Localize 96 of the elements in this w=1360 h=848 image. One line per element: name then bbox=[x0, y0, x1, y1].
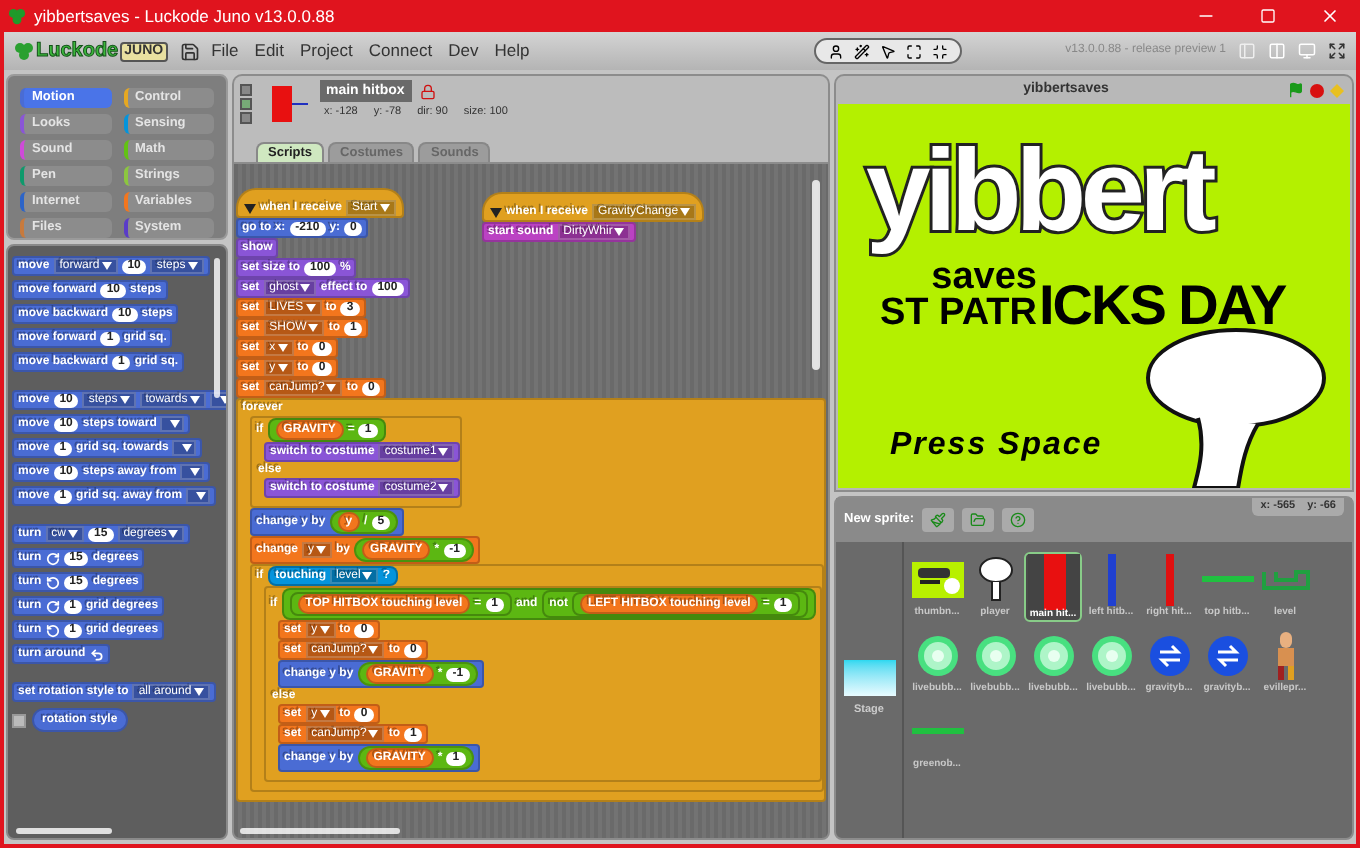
fullscreen-icon[interactable] bbox=[1328, 42, 1346, 60]
expand-icon[interactable] bbox=[905, 43, 922, 59]
character-figure-icon bbox=[1273, 631, 1297, 679]
dropdown-arrow-icon bbox=[189, 396, 200, 404]
folder-icon bbox=[970, 512, 987, 528]
clover-icon bbox=[8, 7, 26, 25]
dropdown-arrow-icon bbox=[316, 546, 327, 554]
menu-item[interactable]: Dev bbox=[448, 38, 479, 64]
dropdown-arrow-icon bbox=[196, 492, 207, 500]
clockwise-icon bbox=[45, 599, 60, 613]
clockwise-icon bbox=[45, 551, 60, 565]
line-icon bbox=[911, 728, 963, 734]
dropdown-arrow-icon bbox=[187, 262, 198, 270]
prompt-text: Press Space bbox=[890, 428, 1103, 462]
dropdown-arrow-icon bbox=[308, 324, 319, 332]
dropdown-arrow-icon bbox=[277, 344, 288, 352]
dropdown-arrow-icon bbox=[614, 228, 625, 236]
lock-icon[interactable] bbox=[420, 83, 436, 99]
dropdown-arrow-icon bbox=[362, 572, 373, 580]
hitbox-icon bbox=[1027, 553, 1079, 609]
maximize-icon[interactable] bbox=[1260, 8, 1276, 24]
dropdown-arrow-icon bbox=[326, 384, 337, 392]
blob-figure-icon bbox=[977, 555, 1013, 603]
presentation-icon[interactable] bbox=[1298, 42, 1316, 60]
menu-item[interactable]: File bbox=[211, 38, 239, 64]
subtitle-text: ST PATR bbox=[880, 296, 1037, 332]
scrollbar-thumb[interactable] bbox=[16, 828, 112, 834]
collapse-arrow-icon[interactable] bbox=[490, 207, 502, 217]
dropdown-arrow-icon bbox=[193, 688, 204, 696]
dropdown-arrow-icon bbox=[305, 304, 316, 312]
menu-item[interactable]: Project bbox=[299, 38, 353, 64]
dropdown-arrow-icon bbox=[182, 444, 193, 452]
brush-icon bbox=[930, 512, 947, 528]
pointer-icon[interactable] bbox=[879, 43, 896, 59]
watcher-checkbox[interactable] bbox=[12, 713, 26, 727]
question-icon bbox=[1010, 512, 1027, 528]
dropdown-arrow-icon bbox=[190, 468, 201, 476]
stop-icon[interactable] bbox=[1310, 83, 1324, 97]
dropdown-slot[interactable] bbox=[186, 488, 211, 504]
scrollbar-thumb[interactable] bbox=[812, 180, 820, 370]
headline-text: ICKS DAY bbox=[1038, 280, 1286, 332]
dropdown-arrow-icon bbox=[119, 396, 130, 404]
turn-around-icon bbox=[89, 647, 104, 661]
wand-icon[interactable] bbox=[853, 43, 870, 59]
bubble-icon bbox=[1033, 635, 1073, 675]
dropdown-slot[interactable] bbox=[160, 416, 185, 432]
person-icon[interactable] bbox=[827, 43, 844, 59]
platform-icon bbox=[1261, 569, 1309, 589]
collapse-arrow-icon[interactable] bbox=[244, 203, 256, 213]
dropdown-slot[interactable] bbox=[172, 440, 197, 456]
subtitle-text: saves bbox=[931, 260, 1037, 296]
scrollbar-thumb[interactable] bbox=[240, 828, 400, 834]
counterclockwise-icon bbox=[45, 575, 60, 589]
stage-thumbnail[interactable] bbox=[843, 660, 895, 697]
dropdown-slot[interactable] bbox=[180, 464, 205, 480]
swap-arrows-icon bbox=[1149, 635, 1189, 675]
bubble-icon bbox=[1091, 635, 1131, 675]
window-title: yibbertsaves - Luckode Juno v13.0.0.88 bbox=[34, 3, 335, 29]
scrollbar-thumb[interactable] bbox=[214, 258, 220, 398]
poster-thumbnail bbox=[911, 561, 963, 597]
dropdown-arrow-icon bbox=[680, 208, 691, 216]
clover-icon bbox=[14, 41, 34, 61]
dropdown-arrow-icon bbox=[68, 530, 79, 538]
dropdown-arrow-icon bbox=[368, 730, 379, 738]
random-sprite-button[interactable] bbox=[1002, 508, 1035, 532]
vertical-bar-icon bbox=[1165, 553, 1173, 605]
dropdown-arrow-icon bbox=[319, 626, 330, 634]
c-block[interactable] bbox=[236, 398, 827, 802]
menu-item[interactable]: Edit bbox=[254, 38, 284, 64]
flag-icon[interactable] bbox=[1288, 82, 1304, 98]
dropdown-arrow-icon bbox=[368, 646, 379, 654]
c-block[interactable] bbox=[250, 564, 825, 792]
menu-item[interactable]: Help bbox=[494, 38, 530, 64]
dropdown-arrow-icon bbox=[438, 448, 449, 456]
logo-text: Luckode bbox=[36, 38, 119, 66]
dropdown-arrow-icon bbox=[219, 396, 226, 404]
dropdown-arrow-icon bbox=[300, 284, 311, 292]
dropdown-arrow-icon bbox=[101, 262, 112, 270]
dropdown-arrow-icon bbox=[277, 364, 288, 372]
dropdown-arrow-icon bbox=[379, 204, 390, 212]
counterclockwise-icon bbox=[45, 623, 60, 637]
close-icon[interactable] bbox=[1320, 6, 1340, 26]
dropdown-arrow-icon bbox=[170, 420, 181, 428]
vertical-bar-icon bbox=[1107, 553, 1115, 605]
paint-sprite-button[interactable] bbox=[922, 508, 955, 532]
bubble-icon bbox=[917, 635, 957, 675]
line-icon bbox=[1201, 576, 1253, 582]
bubble-icon bbox=[975, 635, 1015, 675]
save-icon[interactable] bbox=[179, 41, 200, 61]
menu-item[interactable]: Connect bbox=[368, 38, 433, 64]
dropdown-arrow-icon bbox=[168, 530, 179, 538]
shrink-icon[interactable] bbox=[931, 43, 948, 59]
swap-arrows-icon bbox=[1207, 635, 1247, 675]
dropdown-arrow-icon bbox=[319, 710, 330, 718]
import-sprite-button[interactable] bbox=[962, 508, 995, 532]
dropdown-arrow-icon bbox=[438, 484, 449, 492]
